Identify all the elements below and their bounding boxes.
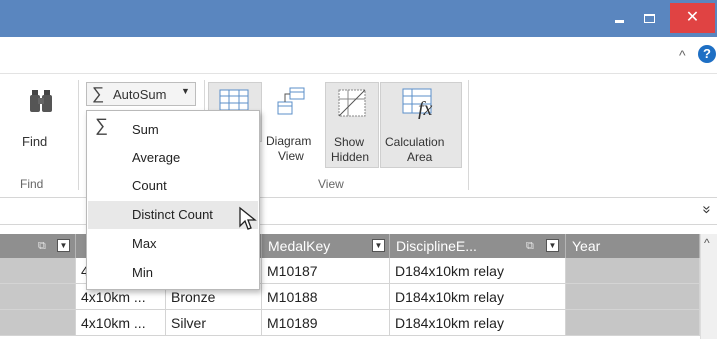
column-header-disciplineevent[interactable]: DisciplineE... ⧉ ▼	[390, 234, 566, 258]
svg-text:fx: fx	[418, 98, 433, 119]
diagram-icon	[277, 87, 305, 115]
table-cell[interactable]: M10188	[262, 284, 390, 310]
menu-item-count[interactable]: Count	[88, 172, 258, 200]
collapse-ribbon-icon[interactable]: ^	[679, 47, 693, 63]
minimize-icon	[614, 20, 624, 23]
find-group-label: Find	[20, 177, 44, 191]
find-label: Find	[22, 134, 48, 149]
show-hidden-button[interactable]: Show Hidden	[325, 82, 379, 168]
calculation-area-label-line2: Area	[407, 150, 433, 164]
table-cell[interactable]: D184x10km relay	[390, 310, 566, 336]
scroll-up-icon[interactable]: ^	[704, 236, 710, 250]
vertical-scrollbar[interactable]: ^	[700, 234, 717, 339]
table-cell[interactable]: Silver	[166, 310, 262, 336]
row-selector[interactable]	[0, 310, 76, 336]
row-selector[interactable]	[0, 284, 76, 310]
show-hidden-icon	[338, 89, 366, 117]
menu-item-distinct-count[interactable]: Distinct Count	[88, 201, 258, 229]
table-cell[interactable]: D184x10km relay	[390, 284, 566, 310]
column-header-year[interactable]: Year	[566, 234, 700, 258]
diagram-view-label-line1: Diagram	[266, 134, 312, 148]
find-button[interactable]: Find	[18, 86, 68, 158]
table-row[interactable]: 4x10km ... Silver M10189 D184x10km relay	[0, 310, 700, 336]
maximize-button[interactable]	[636, 6, 662, 30]
group-separator	[78, 80, 79, 190]
menu-item-min[interactable]: Min	[88, 259, 258, 287]
binoculars-icon	[30, 90, 52, 112]
menu-item-average[interactable]: Average	[88, 144, 258, 172]
filter-dropdown-icon[interactable]: ▼	[546, 239, 559, 252]
filter-dropdown-icon[interactable]: ▼	[57, 239, 70, 252]
group-separator	[468, 80, 469, 190]
close-icon: ✕	[685, 9, 700, 26]
table-cell[interactable]: D184x10km relay	[390, 258, 566, 284]
diagram-view-button[interactable]: Diagram View	[262, 82, 324, 168]
column-header-medalkey[interactable]: MedalKey ▼	[262, 234, 390, 258]
calculation-area-label-line1: Calculation	[385, 135, 445, 149]
expand-formula-icon[interactable]: »	[698, 205, 715, 213]
table-cell[interactable]	[566, 310, 700, 336]
view-group-label: View	[318, 177, 344, 191]
relationship-icon: ⧉	[526, 240, 534, 252]
minimize-button[interactable]	[606, 6, 632, 30]
close-button[interactable]: ✕	[670, 3, 715, 33]
column-header[interactable]: ⧉ ▼	[0, 234, 76, 258]
filter-dropdown-icon[interactable]: ▼	[372, 239, 385, 252]
diagram-view-label-line2: View	[278, 149, 304, 163]
table-cell[interactable]	[566, 258, 700, 284]
menu-item-sum[interactable]: Sum	[88, 116, 258, 144]
calculation-area-button[interactable]: fx Calculation Area	[380, 82, 462, 168]
mouse-cursor-icon	[239, 206, 257, 230]
relationship-icon: ⧉	[38, 240, 46, 252]
maximize-icon	[643, 14, 655, 23]
sigma-icon: ∑	[92, 84, 105, 103]
calculation-area-icon: fx	[402, 88, 433, 119]
autosum-dropdown-menu: ∑ Sum Average Count Distinct Count Max M…	[86, 110, 260, 290]
autosum-button[interactable]: ∑ AutoSum ▼	[86, 82, 196, 106]
menu-item-max[interactable]: Max	[88, 230, 258, 258]
table-cell[interactable]: M10189	[262, 310, 390, 336]
show-hidden-label-line2: Hidden	[331, 150, 370, 164]
autosum-label: AutoSum	[113, 87, 167, 102]
table-cell[interactable]: 4x10km ...	[76, 310, 166, 336]
table-cell[interactable]: M10187	[262, 258, 390, 284]
row-selector[interactable]	[0, 258, 76, 284]
table-icon	[219, 89, 249, 111]
show-hidden-label-line1: Show	[334, 135, 365, 149]
table-cell[interactable]	[566, 284, 700, 310]
title-bar: ✕	[0, 0, 717, 37]
dropdown-arrow-icon: ▼	[181, 86, 190, 96]
help-icon[interactable]: ?	[698, 45, 716, 63]
ribbon-tab-strip: ^ ?	[0, 37, 717, 74]
